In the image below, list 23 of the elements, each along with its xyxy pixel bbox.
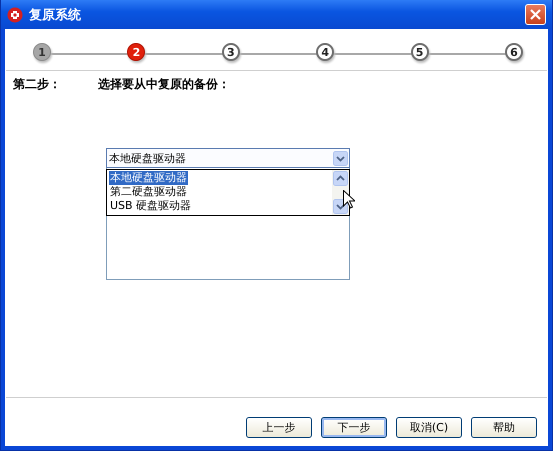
dropdown-option[interactable]: USB 硬盘驱动器 bbox=[109, 199, 192, 213]
step-marker: 4 bbox=[316, 43, 334, 61]
app-icon bbox=[7, 6, 23, 22]
close-icon bbox=[529, 8, 542, 21]
step-marker: 5 bbox=[410, 43, 429, 61]
dialog-button[interactable]: 帮助 bbox=[471, 417, 537, 438]
dropdown-option[interactable]: 第二硬盘驱动器 bbox=[109, 185, 188, 199]
dialog-button[interactable]: 下一步 bbox=[321, 417, 387, 438]
backup-dropdown[interactable]: 本地硬盘驱动器 bbox=[106, 148, 350, 168]
step-marker: 3 bbox=[222, 43, 240, 61]
instruction-text: 选择要从中复原的备份： bbox=[98, 76, 230, 93]
step-title: 第二步： bbox=[13, 76, 62, 93]
dialog-button[interactable]: 上一步 bbox=[246, 417, 312, 438]
step-marker: 2 bbox=[127, 43, 146, 61]
window-title: 复原系统 bbox=[29, 6, 82, 24]
scroll-down-icon[interactable] bbox=[333, 199, 348, 214]
close-button[interactable] bbox=[525, 4, 546, 25]
step-marker: 6 bbox=[504, 43, 523, 61]
dropdown-option[interactable]: 本地硬盘驱动器 bbox=[109, 171, 188, 185]
dialog-button[interactable]: 取消(C) bbox=[396, 417, 462, 438]
scroll-up-icon[interactable] bbox=[333, 171, 348, 186]
step-marker: 1 bbox=[33, 43, 51, 61]
scrollbar[interactable] bbox=[332, 170, 349, 215]
